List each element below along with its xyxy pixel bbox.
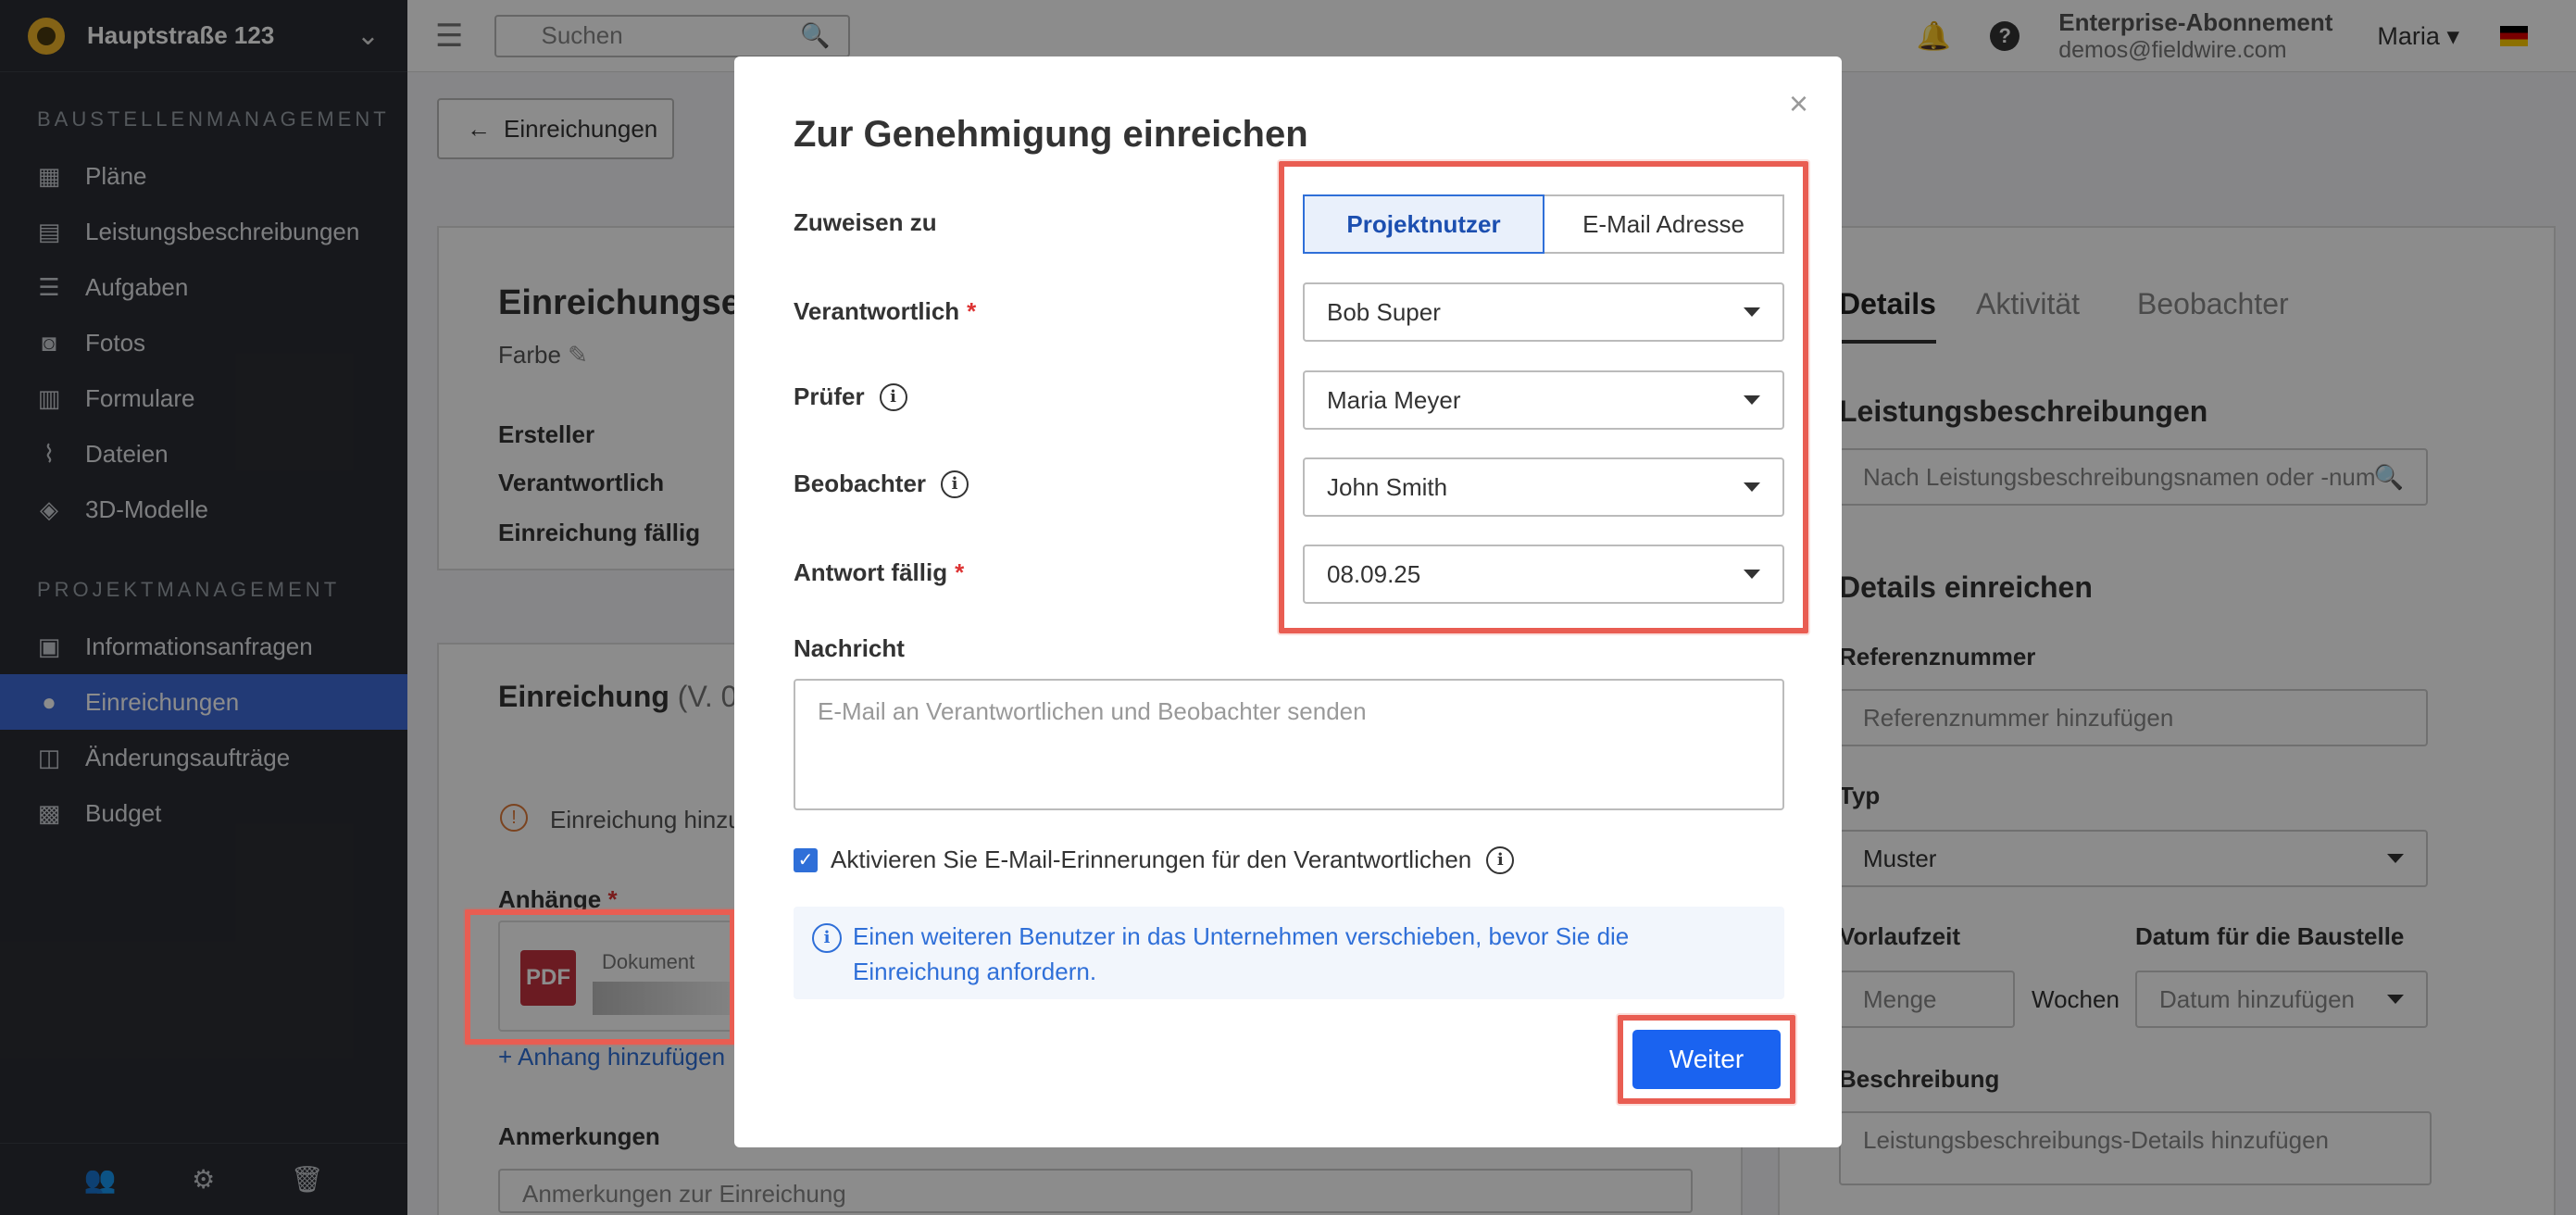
info-icon: i xyxy=(812,923,842,953)
info-icon[interactable]: i xyxy=(1486,845,1515,874)
assign-label-text: Zuweisen zu xyxy=(794,208,937,236)
responsible-label-text: Verantwortlich xyxy=(794,297,960,325)
info-note: i Einen weiteren Benutzer in das Unterne… xyxy=(794,907,1784,999)
required-mark: * xyxy=(967,297,977,325)
info-icon[interactable]: i xyxy=(879,382,907,411)
close-icon[interactable]: × xyxy=(1789,84,1808,123)
due-label-text: Antwort fällig xyxy=(794,558,948,586)
message-input[interactable]: E-Mail an Verantwortlichen und Beobachte… xyxy=(794,679,1784,810)
assign-label: Zuweisen zu xyxy=(794,208,937,237)
submit-for-approval-modal: × Zur Genehmigung einreichen Zuweisen zu… xyxy=(734,56,1842,1147)
highlight-assign-fields xyxy=(1279,161,1808,633)
info-note-text: Einen weiteren Benutzer in das Unternehm… xyxy=(853,922,1630,985)
reminder-row: ✓ Aktivieren Sie E-Mail-Erinnerungen für… xyxy=(794,845,1515,874)
reviewer-label: Prüfer i xyxy=(794,382,907,411)
reminder-label: Aktivieren Sie E-Mail-Erinnerungen für d… xyxy=(831,845,1472,873)
reminder-checkbox[interactable]: ✓ xyxy=(794,847,818,872)
required-mark: * xyxy=(955,558,965,586)
watcher-label-text: Beobachter xyxy=(794,470,927,497)
reviewer-label-text: Prüfer xyxy=(794,382,865,410)
responsible-label: Verantwortlich * xyxy=(794,297,976,326)
info-icon[interactable]: i xyxy=(941,470,969,498)
due-label: Antwort fällig * xyxy=(794,558,964,587)
watcher-label: Beobachter i xyxy=(794,470,969,498)
message-label: Nachricht xyxy=(794,634,905,662)
highlight-next-button xyxy=(1618,1015,1795,1104)
modal-title: Zur Genehmigung einreichen xyxy=(794,114,1308,155)
highlight-attachment xyxy=(465,909,735,1045)
